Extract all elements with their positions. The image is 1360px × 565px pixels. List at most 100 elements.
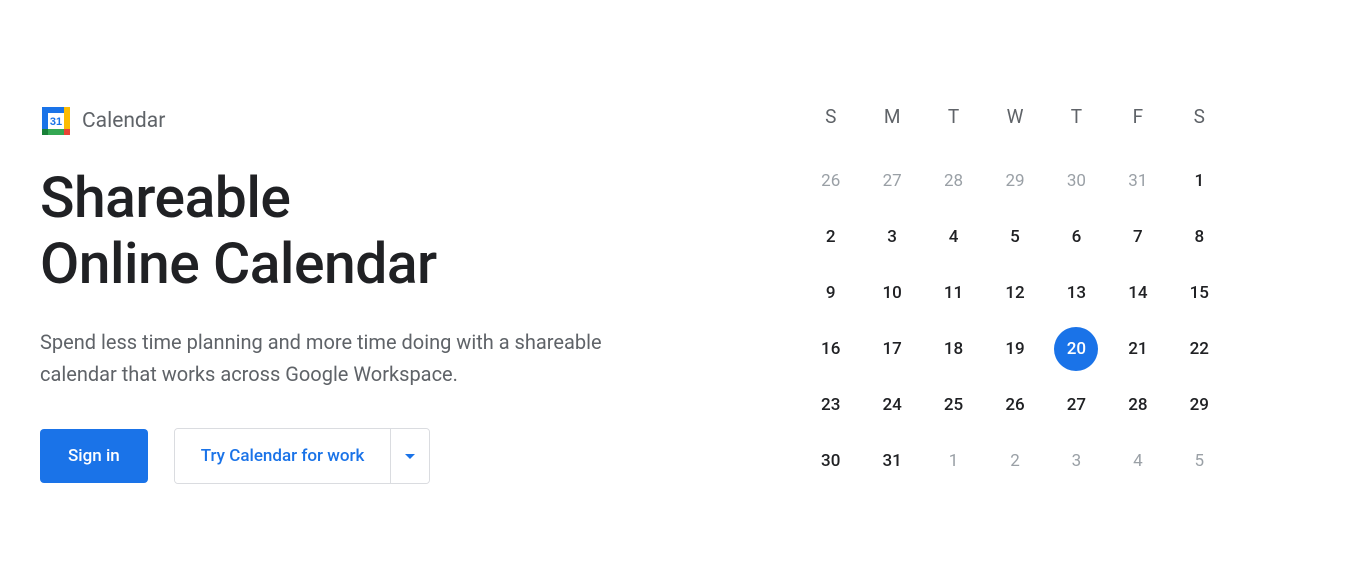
calendar-day-number: 25 [944,395,963,415]
calendar-day-number: 3 [1072,451,1082,471]
calendar-day-cell[interactable]: 16 [800,332,861,366]
calendar-day-number: 4 [949,227,959,247]
calendar-day-cell[interactable]: 12 [984,276,1045,310]
calendar-day-number: 30 [1067,171,1086,191]
calendar-day-cell[interactable]: 28 [923,164,984,198]
calendar-day-number: 27 [883,171,902,191]
calendar-day-cell[interactable]: 14 [1107,276,1168,310]
calendar-day-number: 2 [826,227,836,247]
calendar-day-cell[interactable]: 1 [1169,164,1230,198]
calendar-day-number: 5 [1010,227,1020,247]
calendar-day-number: 26 [1005,395,1024,415]
calendar-day-cell[interactable]: 28 [1107,388,1168,422]
calendar-day-cell[interactable]: 23 [800,388,861,422]
headline-line1: Shareable [40,164,290,231]
calendar-day-number: 22 [1190,339,1209,359]
calendar-preview: SMTWTFS262728293031123456789101112131415… [800,105,1230,484]
calendar-day-cell[interactable]: 30 [1046,164,1107,198]
calendar-day-cell[interactable]: 26 [800,164,861,198]
calendar-day-number: 19 [1005,339,1024,359]
calendar-day-number: 4 [1133,451,1143,471]
calendar-day-cell[interactable]: 24 [861,388,922,422]
calendar-day-header: T [923,105,984,142]
calendar-day-number: 18 [944,339,963,359]
calendar-day-number: 26 [821,171,840,191]
calendar-day-number: 13 [1067,283,1086,303]
calendar-day-cell[interactable]: 20 [1046,332,1107,366]
calendar-day-number: 14 [1128,283,1147,303]
calendar-day-header: M [861,105,922,142]
calendar-day-number: 1 [949,451,959,471]
calendar-day-cell[interactable]: 31 [1107,164,1168,198]
try-for-work-group: Try Calendar for work [174,428,431,484]
calendar-day-cell[interactable]: 4 [923,220,984,254]
calendar-day-cell[interactable]: 27 [861,164,922,198]
calendar-day-header: S [1169,105,1230,142]
calendar-day-number: 27 [1067,395,1086,415]
calendar-day-cell[interactable]: 19 [984,332,1045,366]
cta-row: Sign in Try Calendar for work [40,428,720,484]
calendar-day-header: T [1046,105,1107,142]
calendar-day-cell[interactable]: 2 [984,444,1045,478]
calendar-day-cell[interactable]: 31 [861,444,922,478]
calendar-day-cell[interactable]: 29 [1169,388,1230,422]
calendar-day-cell[interactable]: 3 [861,220,922,254]
calendar-day-cell[interactable]: 6 [1046,220,1107,254]
calendar-day-cell[interactable]: 11 [923,276,984,310]
calendar-day-number: 10 [882,283,901,303]
calendar-day-cell[interactable]: 7 [1107,220,1168,254]
calendar-day-cell[interactable]: 8 [1169,220,1230,254]
calendar-day-cell[interactable]: 5 [984,220,1045,254]
calendar-day-cell[interactable]: 26 [984,388,1045,422]
calendar-day-number: 23 [821,395,840,415]
try-for-work-dropdown[interactable] [390,429,429,483]
calendar-day-number: 7 [1133,227,1143,247]
calendar-day-number: 21 [1128,339,1147,359]
try-for-work-button[interactable]: Try Calendar for work [175,429,391,483]
chevron-down-icon [405,454,415,459]
calendar-day-number: 1 [1194,171,1204,191]
calendar-day-number: 8 [1194,227,1204,247]
hero-left: 31 Calendar Shareable Online Calendar Sp… [40,105,720,484]
calendar-day-cell[interactable]: 4 [1107,444,1168,478]
calendar-day-cell[interactable]: 21 [1107,332,1168,366]
calendar-day-cell[interactable]: 25 [923,388,984,422]
calendar-day-cell[interactable]: 27 [1046,388,1107,422]
calendar-day-number: 3 [887,227,897,247]
calendar-day-number: 24 [882,395,901,415]
calendar-day-cell[interactable]: 2 [800,220,861,254]
calendar-day-header: S [800,105,861,142]
calendar-day-cell[interactable]: 1 [923,444,984,478]
calendar-day-number: 12 [1005,283,1024,303]
calendar-day-number: 17 [882,339,901,359]
calendar-day-cell[interactable]: 29 [984,164,1045,198]
calendar-day-number: 9 [826,283,836,303]
brand-row: 31 Calendar [40,105,720,137]
calendar-day-cell[interactable]: 15 [1169,276,1230,310]
svg-text:31: 31 [50,116,62,128]
headline-line2: Online Calendar [40,230,437,297]
calendar-day-cell[interactable]: 3 [1046,444,1107,478]
calendar-day-cell[interactable]: 9 [800,276,861,310]
calendar-day-cell[interactable]: 30 [800,444,861,478]
page-subtext: Spend less time planning and more time d… [40,326,660,390]
calendar-day-number: 5 [1194,451,1204,471]
calendar-day-cell[interactable]: 18 [923,332,984,366]
calendar-day-number: 28 [944,171,963,191]
calendar-day-cell[interactable]: 10 [861,276,922,310]
calendar-grid: SMTWTFS262728293031123456789101112131415… [800,105,1230,478]
calendar-day-number: 15 [1190,283,1209,303]
calendar-day-number: 31 [1128,171,1147,191]
calendar-day-cell[interactable]: 5 [1169,444,1230,478]
calendar-day-number: 11 [944,283,963,303]
calendar-day-cell[interactable]: 13 [1046,276,1107,310]
sign-in-button[interactable]: Sign in [40,429,148,483]
calendar-day-number: 20 [1054,327,1098,371]
calendar-day-number: 16 [821,339,840,359]
calendar-day-header: W [984,105,1045,142]
calendar-day-header: F [1107,105,1168,142]
calendar-day-number: 28 [1128,395,1147,415]
calendar-day-cell[interactable]: 17 [861,332,922,366]
calendar-day-cell[interactable]: 22 [1169,332,1230,366]
calendar-day-number: 31 [882,451,901,471]
